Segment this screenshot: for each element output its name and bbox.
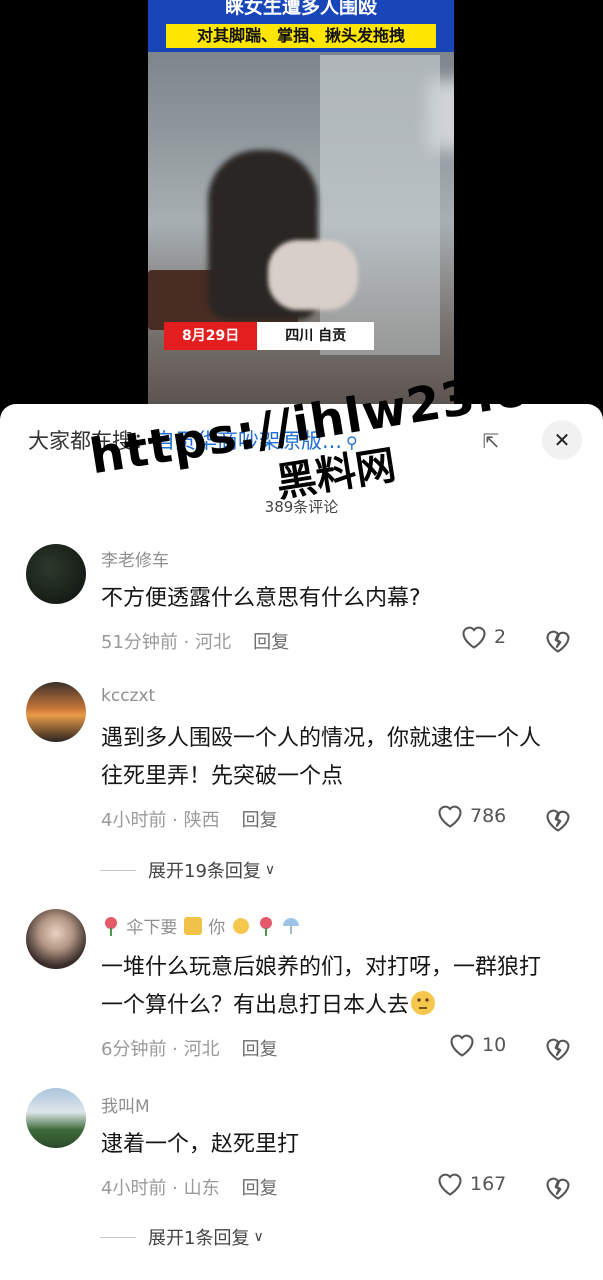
video-frame-door bbox=[320, 55, 440, 355]
like-count: 167 bbox=[470, 1173, 507, 1195]
video-date: 8月29日 bbox=[164, 322, 258, 350]
expand-replies-label: 展开1条回复 bbox=[148, 1228, 250, 1249]
suggested-search[interactable]: 大家都在搜：自贡华商吵架原版... ⚲ bbox=[28, 424, 358, 458]
like-count: 10 bbox=[482, 1034, 507, 1056]
broken-heart-icon[interactable] bbox=[544, 627, 572, 655]
rose-icon bbox=[101, 916, 121, 936]
comment-username[interactable]: 伞下要 你 bbox=[101, 913, 301, 938]
rose-icon bbox=[256, 916, 276, 936]
video-player[interactable]: 睐女生遭多人围殴 对其脚踹、掌掴、揪头发拖拽 8月29日 四川 自贡 bbox=[148, 0, 454, 404]
suggested-search-prefix: 大家都在搜： bbox=[28, 429, 154, 453]
reply-button[interactable]: 回复 bbox=[242, 810, 278, 831]
comment-time-location: 4小时前 · 陕西 bbox=[101, 810, 220, 831]
like-count: 786 bbox=[470, 805, 507, 827]
reply-button[interactable]: 回复 bbox=[242, 1039, 278, 1060]
expand-replies-button[interactable]: 展开19条回复 ∨ bbox=[100, 857, 275, 883]
heart-icon bbox=[450, 1034, 474, 1057]
video-blur-region bbox=[428, 80, 454, 150]
video-frame-person bbox=[268, 240, 358, 310]
expand-icon[interactable]: ⇱ bbox=[478, 428, 504, 454]
expand-replies-button[interactable]: 展开1条回复 ∨ bbox=[100, 1224, 264, 1250]
thinking-emoji-icon bbox=[409, 989, 437, 1017]
like-button[interactable]: 10 bbox=[448, 1032, 506, 1058]
face-emoji-icon bbox=[231, 916, 251, 936]
divider bbox=[100, 1236, 136, 1238]
avatar[interactable] bbox=[26, 1088, 86, 1148]
comment-meta: 4小时前 · 山东 回复 bbox=[101, 1174, 278, 1200]
close-button[interactable]: ✕ bbox=[542, 420, 582, 460]
comment-meta: 6分钟前 · 河北 回复 bbox=[101, 1035, 278, 1061]
reply-button[interactable]: 回复 bbox=[253, 632, 289, 653]
comment-time-location: 51分钟前 · 河北 bbox=[101, 632, 232, 653]
avatar[interactable] bbox=[26, 682, 86, 742]
comment-count: 389条评论 bbox=[264, 498, 339, 516]
comment-text: 遇到多人围殴一个人的情况，你就逮住一个人往死里弄！先突破一个点 bbox=[101, 726, 542, 789]
umbrella-icon bbox=[281, 916, 301, 936]
badge-icon bbox=[183, 916, 203, 936]
video-subheadline: 对其脚踹、掌掴、揪头发拖拽 bbox=[166, 24, 436, 48]
like-count: 2 bbox=[494, 626, 507, 648]
video-headline: 睐女生遭多人围殴 bbox=[224, 0, 377, 18]
chevron-down-icon: ∨ bbox=[253, 1229, 264, 1245]
avatar[interactable] bbox=[26, 544, 86, 604]
avatar[interactable] bbox=[26, 909, 86, 969]
comment-time-location: 4小时前 · 山东 bbox=[101, 1178, 220, 1199]
reply-button[interactable]: 回复 bbox=[242, 1178, 278, 1199]
heart-icon bbox=[438, 805, 462, 828]
like-button[interactable]: 786 bbox=[436, 803, 506, 829]
video-location: 四川 自贡 bbox=[257, 322, 375, 350]
heart-icon bbox=[462, 626, 486, 649]
comment-meta: 51分钟前 · 河北 回复 bbox=[101, 628, 289, 654]
comment-meta: 4小时前 · 陕西 回复 bbox=[101, 806, 278, 832]
comment-text: 一堆什么玩意后娘养的们，对打呀，一群狼打一个算什么？有出息打日本人去 bbox=[101, 955, 542, 1018]
comment-sheet: 大家都在搜：自贡华商吵架原版... ⚲ ⇱ ✕ 389条评论 李老修车 不方便透露… bbox=[0, 404, 603, 1280]
video-headline-banner: 睐女生遭多人围殴 对其脚踹、掌掴、揪头发拖拽 bbox=[148, 0, 454, 52]
comment-time-location: 6分钟前 · 河北 bbox=[101, 1039, 220, 1060]
comment-username[interactable]: kcczxt bbox=[101, 686, 155, 706]
comment-text: 逮着一个，赵死里打 bbox=[101, 1132, 300, 1157]
comment-text: 不方便透露什么意思有什么内幕? bbox=[101, 586, 421, 611]
search-icon: ⚲ bbox=[346, 433, 358, 452]
broken-heart-icon[interactable] bbox=[544, 806, 572, 834]
broken-heart-icon[interactable] bbox=[544, 1035, 572, 1063]
like-button[interactable]: 167 bbox=[436, 1171, 506, 1197]
broken-heart-icon[interactable] bbox=[544, 1174, 572, 1202]
divider bbox=[100, 869, 136, 871]
comment-username[interactable]: 李老修车 bbox=[101, 546, 169, 571]
chevron-down-icon: ∨ bbox=[264, 862, 276, 878]
video-date-location-tag: 8月29日 四川 自贡 bbox=[164, 322, 375, 350]
like-button[interactable]: 2 bbox=[460, 624, 506, 650]
expand-replies-label: 展开19条回复 bbox=[148, 861, 261, 882]
comment-username[interactable]: 我叫M bbox=[101, 1092, 150, 1117]
heart-icon bbox=[438, 1173, 462, 1196]
suggested-search-term[interactable]: 自贡华商吵架原版... bbox=[154, 429, 342, 453]
